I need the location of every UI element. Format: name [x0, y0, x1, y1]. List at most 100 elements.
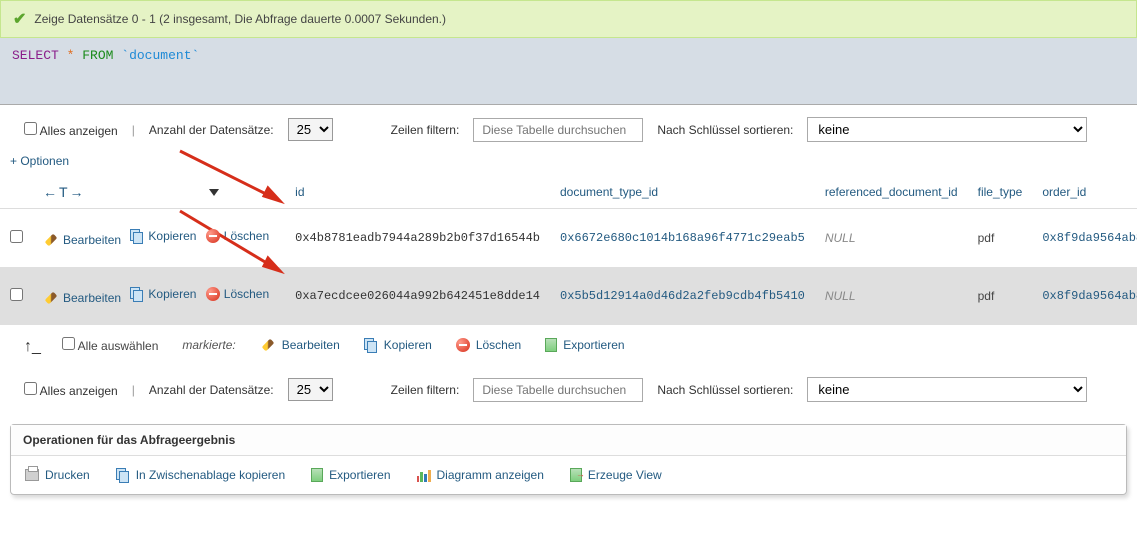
bulk-copy-button[interactable]: Kopieren [364, 338, 432, 352]
table-wrapper: ←T→ id document_type_id referenced_docum… [0, 176, 1137, 325]
cell-file-type: pdf [968, 267, 1033, 325]
num-rows-select[interactable]: 25 [288, 118, 333, 141]
col-sort-indicator [193, 176, 285, 209]
view-label: Erzeuge View [588, 468, 662, 482]
copy-button[interactable]: Kopieren [130, 287, 196, 301]
bulk-delete-label: Löschen [476, 338, 521, 352]
cell-document-type-id[interactable]: 0x6672e680c1014b168a96f4771c29eab5 [550, 209, 815, 268]
show-all-label: Alles anzeigen [40, 124, 118, 138]
sql-wildcard: * [67, 48, 75, 63]
divider: | [132, 123, 135, 137]
delete-button[interactable]: Löschen [206, 287, 269, 301]
show-all-checkbox[interactable] [24, 122, 37, 135]
col-actions: ←T→ [33, 176, 193, 209]
num-rows-select[interactable]: 25 [288, 378, 333, 401]
export-label: Exportieren [329, 468, 390, 482]
cell-id: 0x4b8781eadb7944a289b2b0f37d16544b [285, 209, 550, 268]
delete-icon [456, 338, 470, 352]
divider: | [132, 383, 135, 397]
sort-select[interactable]: keine [807, 377, 1087, 402]
banner-text: Zeige Datensätze 0 - 1 (2 insgesamt, Die… [34, 12, 446, 26]
bulk-edit-label: Bearbeiten [282, 338, 340, 352]
cell-order-id[interactable]: 0x8f9da9564ab84c0 [1032, 267, 1137, 325]
pencil-icon [45, 234, 58, 247]
col-file-type[interactable]: file_type [968, 176, 1033, 209]
result-ops-body: Drucken In Zwischenablage kopieren Expor… [11, 456, 1126, 494]
delete-icon [206, 229, 220, 243]
edit-button[interactable]: Bearbeiten [43, 291, 121, 305]
row-actions: Bearbeiten Kopieren Löschen [33, 209, 285, 268]
sql-footer-bar [0, 73, 1137, 105]
bulk-delete-button[interactable]: Löschen [456, 338, 521, 352]
check-icon: ✔ [13, 9, 26, 29]
sort-select[interactable]: keine [807, 117, 1087, 142]
show-all-label: Alles anzeigen [40, 384, 118, 398]
show-all-checkbox-label[interactable]: Alles anzeigen [24, 122, 118, 138]
bulk-export-label: Exportieren [563, 338, 624, 352]
row-checkbox-cell [0, 267, 33, 325]
row-checkbox[interactable] [10, 288, 23, 301]
filter-input[interactable] [473, 378, 643, 402]
clipboard-label: In Zwischenablage kopieren [136, 468, 285, 482]
sort-label: Nach Schlüssel sortieren: [657, 123, 793, 137]
export-button[interactable]: Exportieren [311, 468, 390, 482]
results-table: ←T→ id document_type_id referenced_docum… [0, 176, 1137, 325]
show-all-checkbox-label[interactable]: Alles anzeigen [24, 382, 118, 398]
col-order-id[interactable]: order_id [1032, 176, 1137, 209]
col-document-type-id[interactable]: document_type_id [550, 176, 815, 209]
options-toggle[interactable]: + Optionen [0, 154, 79, 176]
marked-label: markierte: [182, 338, 235, 352]
result-operations-panel: Operationen für das Abfrageergebnis Druc… [10, 424, 1127, 495]
copy-button[interactable]: Kopieren [130, 229, 196, 243]
delete-icon [206, 287, 220, 301]
cell-document-type-id[interactable]: 0x5b5d12914a0d46d2a2feb9cdb4fb5410 [550, 267, 815, 325]
cell-order-id[interactable]: 0x8f9da9564ab84c0 [1032, 209, 1137, 268]
select-all-label[interactable]: Alle auswählen [62, 337, 158, 353]
sql-keyword-select: SELECT [12, 48, 59, 63]
control-bar-top: Alles anzeigen | Anzahl der Datensätze: … [0, 105, 1137, 154]
cell-file-type: pdf [968, 209, 1033, 268]
col-referenced-document-id[interactable]: referenced_document_id [815, 176, 968, 209]
print-label: Drucken [45, 468, 90, 482]
show-all-checkbox[interactable] [24, 382, 37, 395]
export-icon [311, 468, 323, 482]
row-checkbox[interactable] [10, 230, 23, 243]
view-icon [570, 468, 582, 482]
row-checkbox-cell [0, 209, 33, 268]
sql-keyword-from: FROM [82, 48, 113, 63]
sort-indicator-icon[interactable] [209, 189, 219, 196]
col-id[interactable]: id [285, 176, 550, 209]
bulk-export-button[interactable]: Exportieren [545, 338, 624, 352]
sort-label: Nach Schlüssel sortieren: [657, 383, 793, 397]
table-row: Bearbeiten Kopieren Löschen 0x4b8781eadb… [0, 209, 1137, 268]
copy-label: Kopieren [148, 287, 196, 301]
success-banner: ✔ Zeige Datensätze 0 - 1 (2 insgesamt, D… [0, 0, 1137, 38]
bulk-copy-label: Kopieren [384, 338, 432, 352]
filter-input[interactable] [473, 118, 643, 142]
num-rows-label: Anzahl der Datensätze: [149, 123, 274, 137]
cell-id: 0xa7ecdcee026044a992b642451e8dde14 [285, 267, 550, 325]
sql-query-display: SELECT * FROM `document` [0, 38, 1137, 73]
delete-label: Löschen [224, 229, 269, 243]
arrow-up-left-icon: ↑_ [24, 338, 38, 352]
print-icon [25, 469, 39, 481]
result-ops-title: Operationen für das Abfrageergebnis [11, 425, 1126, 456]
row-action-icons[interactable]: ←T→ [43, 184, 86, 200]
select-all-checkbox[interactable] [62, 337, 75, 350]
chart-label: Diagramm anzeigen [437, 468, 544, 482]
clipboard-button[interactable]: In Zwischenablage kopieren [116, 468, 285, 482]
edit-button[interactable]: Bearbeiten [43, 233, 121, 247]
print-button[interactable]: Drucken [25, 468, 90, 482]
control-bar-bottom: Alles anzeigen | Anzahl der Datensätze: … [0, 365, 1137, 414]
copy-icon [130, 287, 144, 301]
delete-button[interactable]: Löschen [206, 229, 269, 243]
create-view-button[interactable]: Erzeuge View [570, 468, 662, 482]
num-rows-label: Anzahl der Datensätze: [149, 383, 274, 397]
bulk-edit-button[interactable]: Bearbeiten [260, 338, 340, 352]
export-icon [545, 338, 557, 352]
chart-button[interactable]: Diagramm anzeigen [417, 468, 544, 482]
chart-icon [417, 468, 431, 482]
sql-identifier: `document` [121, 48, 199, 63]
cell-referenced-document-id: NULL [815, 209, 968, 268]
select-all-text: Alle auswählen [78, 339, 159, 353]
